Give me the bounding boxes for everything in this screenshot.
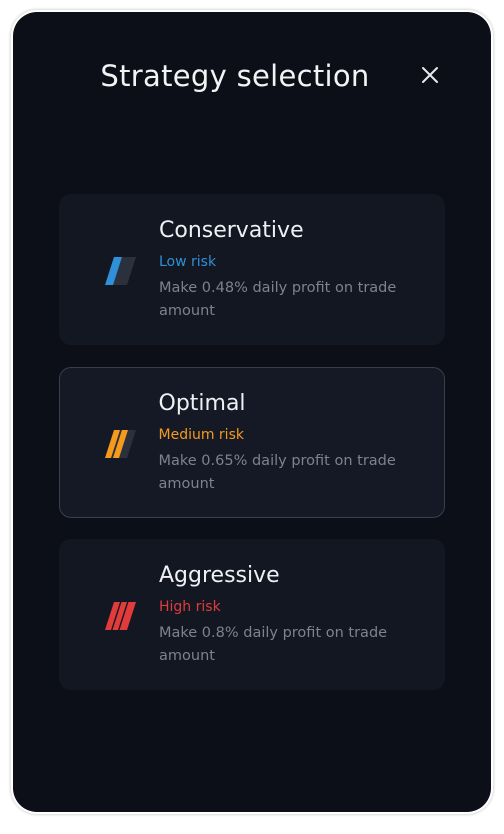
- strategy-card-optimal[interactable]: Optimal Medium risk Make 0.65% daily pro…: [59, 367, 445, 518]
- strategy-selection-dialog: Strategy selection Conservative Low risk…: [13, 12, 491, 812]
- risk-medium-icon: [103, 427, 137, 461]
- strategy-description: Make 0.8% daily profit on trade amount: [159, 625, 388, 664]
- close-button[interactable]: [417, 62, 443, 88]
- strategy-name: Conservative: [159, 218, 304, 243]
- strategy-card-aggressive[interactable]: Aggressive High risk Make 0.8% daily pro…: [59, 539, 445, 690]
- strategy-card-conservative[interactable]: Conservative Low risk Make 0.48% daily p…: [59, 194, 445, 345]
- risk-level-label: Medium risk: [158, 426, 244, 443]
- strategy-description: Make 0.48% daily profit on trade amount: [159, 280, 397, 319]
- strategy-description: Make 0.65% daily profit on trade amount: [158, 452, 396, 492]
- strategy-name: Optimal: [158, 390, 246, 416]
- risk-level-label: Low risk: [159, 254, 217, 270]
- dialog-title: Strategy selection: [100, 59, 370, 93]
- risk-high-icon: [103, 599, 137, 633]
- risk-low-icon: [103, 254, 137, 288]
- strategy-name: Aggressive: [159, 563, 280, 588]
- close-icon: [422, 67, 438, 83]
- risk-level-label: High risk: [159, 599, 221, 615]
